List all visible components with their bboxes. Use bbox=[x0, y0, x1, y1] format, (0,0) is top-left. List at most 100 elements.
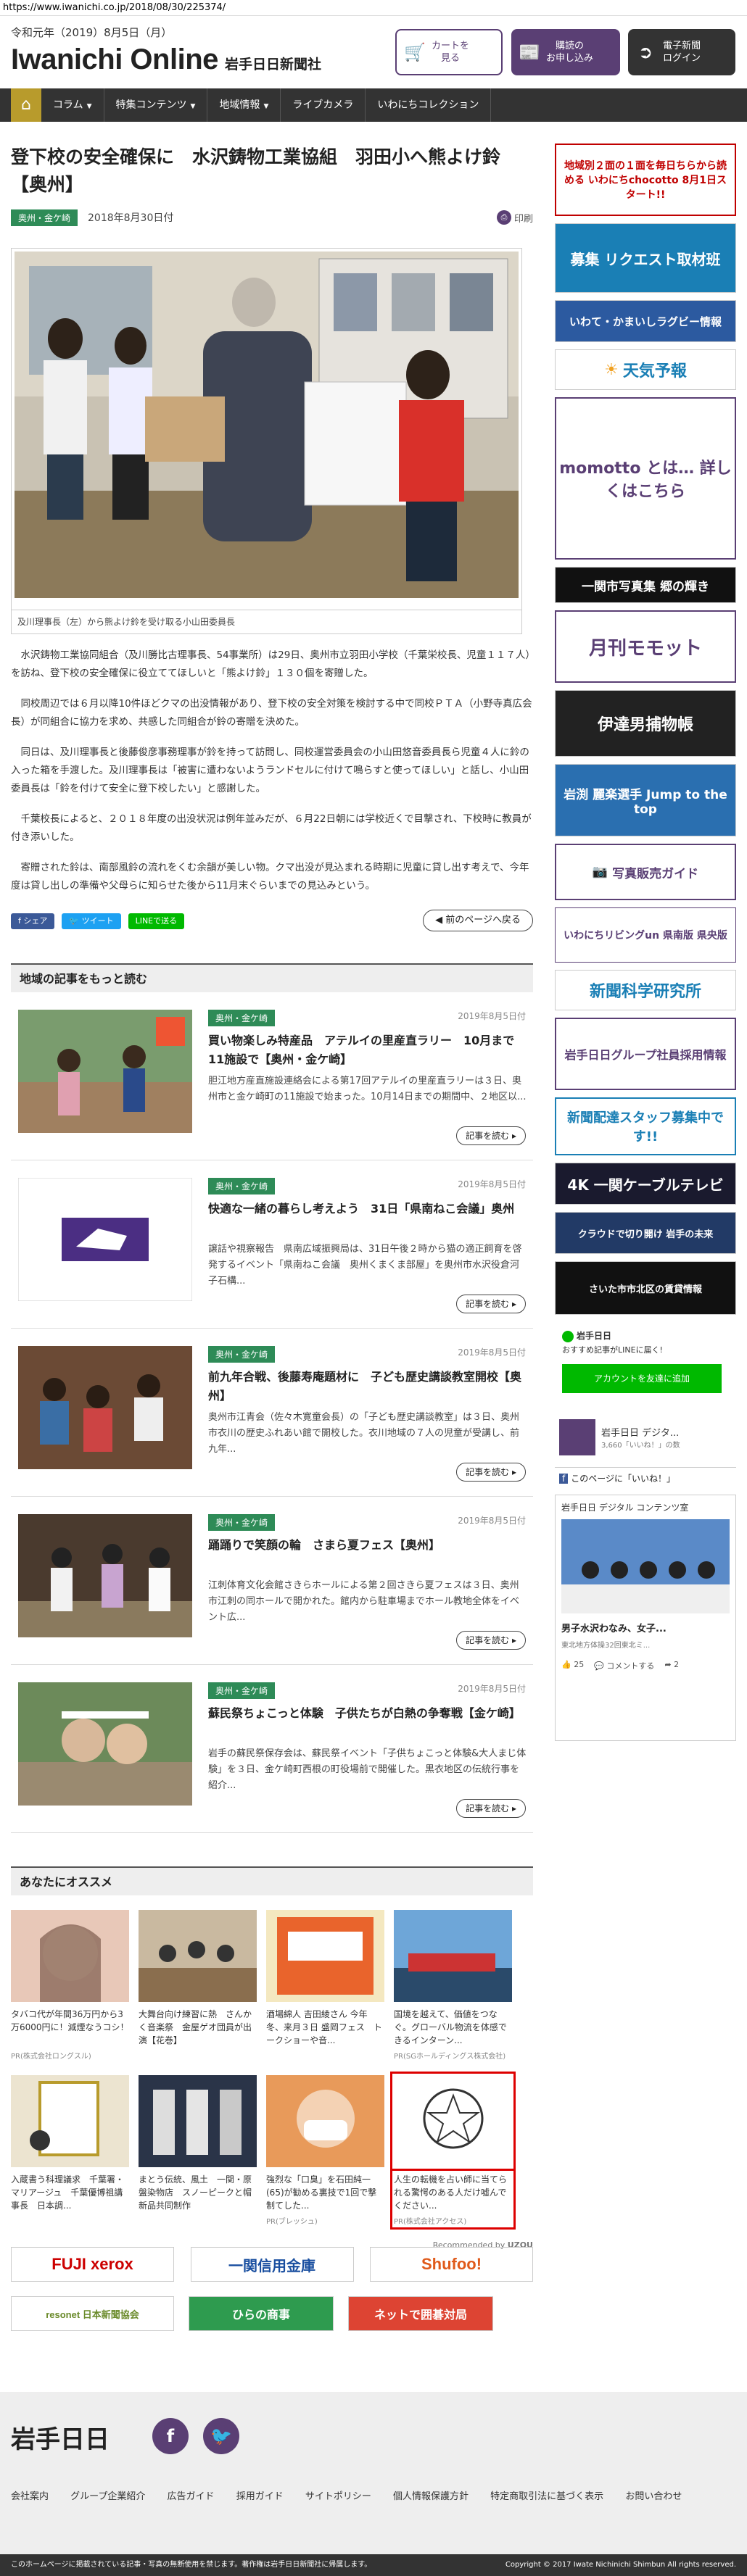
twitter-icon[interactable]: 🐦 bbox=[203, 2418, 239, 2454]
fb-like-bar[interactable]: f このページに「いいね！」 bbox=[555, 1467, 736, 1487]
jump-banner[interactable]: 岩渕 麗楽選手 Jump to the top bbox=[555, 764, 736, 836]
list-item[interactable]: 奥州・金ケ崎 2019年8月5日付 快適な一緒の暮らし考えよう 31日「県南ねこ… bbox=[11, 1160, 533, 1329]
fb-post-image[interactable] bbox=[561, 1519, 730, 1613]
list-item[interactable]: 奥州・金ケ崎 2019年8月5日付 蘇民祭ちょこっと体験 子供たちが白熱の争奪戦… bbox=[11, 1665, 533, 1833]
site-logo[interactable]: Iwanichi Online bbox=[11, 43, 218, 76]
news-title[interactable]: 踊踊りで笑顔の輪 さまら夏フェス【奥州】 bbox=[208, 1536, 527, 1555]
news-tag: 奥州・金ケ崎 bbox=[208, 1010, 276, 1026]
category-tag[interactable]: 奥州・金ケ崎 bbox=[11, 209, 78, 226]
news-thumbnail[interactable] bbox=[18, 1682, 192, 1806]
weather-banner[interactable]: ☀ 天気予報 bbox=[555, 349, 736, 390]
subscribe-button[interactable]: 📰 購読の お申し込み bbox=[511, 29, 620, 75]
cloud-banner[interactable]: クラウドで切り開け 岩手の未来 bbox=[555, 1212, 736, 1254]
momotto-banner[interactable]: momotto とは… 詳しくはこちら bbox=[555, 397, 736, 560]
news-thumbnail[interactable] bbox=[18, 1010, 192, 1133]
article-date: 2018年8月30日付 bbox=[88, 212, 174, 224]
sponsor-resonet[interactable]: resonet 日本新聞協会 bbox=[11, 2296, 174, 2331]
like-count[interactable]: 👍 25 bbox=[561, 1660, 584, 1671]
line-share-button[interactable]: LINEで送る bbox=[128, 913, 185, 929]
news-date: 2019年8月5日付 bbox=[458, 1347, 526, 1358]
recommend-card[interactable]: 酒場綿人 吉田綾さん 今年冬、来月３日 盛岡フェス トークショーや音... bbox=[266, 1910, 384, 2061]
nav-collection[interactable]: いわにちコレクション bbox=[366, 88, 492, 122]
page-avatar bbox=[559, 1419, 595, 1455]
fb-post-widget: 岩手日日 デジタル コンテンツ室 男子水沢わなみ、女子... 東北地方体操32回… bbox=[555, 1495, 736, 1741]
line-add-friend-button[interactable]: アカウントを友達に追加 bbox=[562, 1363, 722, 1393]
footer-link[interactable]: 特定商取引法に基づく表示 bbox=[490, 2486, 603, 2508]
science-banner[interactable]: 新聞科学研究所 bbox=[555, 970, 736, 1010]
recommend-card[interactable]: 大舞台向け練習に熱 さんかく音楽祭 金屋ゲオ団員が出演【花巻】 bbox=[139, 1910, 257, 2061]
delivery-banner[interactable]: 新聞配達スタッフ募集中です!! bbox=[555, 1097, 736, 1155]
list-item[interactable]: 奥州・金ケ崎 2019年8月5日付 踊踊りで笑顔の輪 さまら夏フェス【奥州】 江… bbox=[11, 1497, 533, 1665]
footer-link[interactable]: サイトポリシー bbox=[305, 2486, 371, 2508]
recommend-card[interactable]: 国境を越えて、価値をつなぐ。グローバル物流を体感できるインターン... PR(S… bbox=[394, 1910, 512, 2061]
rental-banner[interactable]: さいた市市北区の賃貸情報 bbox=[555, 1261, 736, 1315]
footer-logo[interactable]: 岩手日日 bbox=[11, 2419, 110, 2455]
tv4k-banner[interactable]: 4K 一関ケーブルテレビ bbox=[555, 1163, 736, 1205]
news-title[interactable]: 快適な一緒の暮らし考えよう 31日「県南ねこ会議」奥州 bbox=[208, 1200, 527, 1218]
chocotto-banner[interactable]: 地域別２面の１面を毎日ちらから読める いわにちchocotto 8月1日スタート… bbox=[555, 144, 736, 216]
rugby-banner[interactable]: いわて・かまいしラグビー情報 bbox=[555, 300, 736, 342]
cart-button[interactable]: 🛒 カートを 見る bbox=[395, 29, 503, 75]
read-more-button[interactable]: 記事を読む ▸ bbox=[456, 1463, 526, 1482]
news-thumbnail[interactable] bbox=[18, 1178, 192, 1301]
read-more-button[interactable]: 記事を読む ▸ bbox=[456, 1799, 526, 1818]
e-paper-login-button[interactable]: ➲ 電子新聞 ログイン bbox=[628, 29, 735, 75]
footer-link[interactable]: 個人情報保護方針 bbox=[393, 2486, 469, 2508]
photo-caption: 及川理事長（左）から熊よけ鈴を受け取る小山田委員長 bbox=[11, 610, 522, 634]
news-title[interactable]: 蘇民祭ちょこっと体験 子供たちが白熱の争奪戦【金ケ崎】 bbox=[208, 1704, 527, 1723]
recommend-card[interactable]: 強烈な「口臭」を石田純一(65)が勧める裏技で1回で撃制てした... PR(ブレ… bbox=[266, 2075, 384, 2226]
facebook-icon[interactable]: f bbox=[152, 2418, 189, 2454]
print-button[interactable]: ⎙ 印刷 bbox=[496, 210, 533, 225]
footer-link[interactable]: お問い合わせ bbox=[625, 2486, 682, 2508]
share-bar: f シェア 🐦 ツイート LINEで送る ◀ 前のページへ戻る bbox=[11, 910, 533, 931]
recommend-card[interactable]: まとう伝統、風土 一関・原盤染物店 スノーピークと帽新品共同制作 bbox=[139, 2075, 257, 2226]
footer-link[interactable]: グループ企業紹介 bbox=[70, 2486, 145, 2508]
footer-link[interactable]: 採用ガイド bbox=[236, 2486, 284, 2508]
list-item[interactable]: 奥州・金ケ崎 2019年8月5日付 前九年合戦、後藤寿庵題材に 子ども歴史講談教… bbox=[11, 1329, 533, 1497]
request-banner[interactable]: 募集 リクエスト取材班 bbox=[555, 223, 736, 293]
footer-link[interactable]: 会社案内 bbox=[11, 2486, 49, 2508]
nav-live-camera[interactable]: ライブカメラ bbox=[281, 88, 366, 122]
living-banner[interactable]: いわにちリビングun 県南版 県央版 bbox=[555, 907, 736, 963]
recommend-card-selected[interactable]: 人生の転機を占い師に当てられる驚愕のある人だけ嘘んでください... PR(株式会… bbox=[390, 2072, 516, 2230]
momotto-monthly-banner[interactable]: 月刊モモット bbox=[555, 610, 736, 683]
nav-regional[interactable]: 地域情報 ▼ bbox=[207, 88, 281, 122]
news-title[interactable]: 買い物楽しみ特産品 アテルイの里産直ラリー 10月まで11施設で【奥州・金ケ崎】 bbox=[208, 1031, 527, 1069]
sponsor-fujixerox[interactable]: FUJI xerox bbox=[11, 2247, 174, 2282]
facebook-share-button[interactable]: f シェア bbox=[11, 913, 55, 929]
news-thumbnail[interactable] bbox=[18, 1514, 192, 1637]
login-icon: ➲ bbox=[637, 42, 653, 62]
news-title[interactable]: 前九年合戦、後藤寿庵題材に 子ども歴史講談教室開校【奥州】 bbox=[208, 1368, 527, 1405]
home-icon[interactable]: ⌂ bbox=[11, 88, 41, 122]
recommend-card[interactable]: 入蔵書う科理議求 千葉署・マリアージュ 千葉優博祖講事長 日本調... bbox=[11, 2075, 129, 2226]
footer-link[interactable]: 広告ガイド bbox=[168, 2486, 215, 2508]
share-count[interactable]: ➦ 2 bbox=[664, 1660, 679, 1671]
back-button[interactable]: ◀ 前のページへ戻る bbox=[423, 910, 533, 931]
comment-button[interactable]: 💬 コメントする bbox=[594, 1660, 654, 1671]
chevron-down-icon: ▼ bbox=[86, 103, 92, 110]
nav-column[interactable]: コラム ▼ bbox=[41, 88, 104, 122]
recommend-card[interactable]: タバコ代が年間36万円から3万6000円に！減煙なうコシ！ PR(株式会社ロング… bbox=[11, 1910, 129, 2061]
torimono-banner[interactable]: 伊達男捕物帳 bbox=[555, 690, 736, 757]
chevron-right-icon: ▸ bbox=[511, 1467, 516, 1477]
twitter-icon: 🐦 bbox=[69, 916, 82, 926]
chevron-right-icon: ▸ bbox=[511, 1635, 516, 1645]
twitter-share-button[interactable]: 🐦 ツイート bbox=[62, 913, 121, 929]
news-thumbnail[interactable] bbox=[18, 1346, 192, 1469]
photo-book-banner[interactable]: 一関市写真集 郷の輝き bbox=[555, 567, 736, 603]
read-more-button[interactable]: 記事を読む ▸ bbox=[456, 1631, 526, 1650]
read-more-button[interactable]: 記事を読む ▸ bbox=[456, 1126, 526, 1145]
sponsor-ichinoseki-shinkin[interactable]: 一関信用金庫 bbox=[190, 2247, 354, 2282]
news-summary: 奥州市江青会（佐々木寛童会長）の「子ども歴史講談教室」は３日、奥州市衣川の歴史ふ… bbox=[208, 1412, 520, 1455]
list-item[interactable]: 奥州・金ケ崎 2019年8月5日付 買い物楽しみ特産品 アテルイの里産直ラリー … bbox=[11, 992, 533, 1160]
sponsor-igo[interactable]: ネットで囲碁対局 bbox=[348, 2296, 493, 2331]
nav-features[interactable]: 特集コンテンツ ▼ bbox=[104, 88, 208, 122]
news-date: 2019年8月5日付 bbox=[458, 1516, 526, 1526]
sponsor-hirano[interactable]: ひらの商事 bbox=[189, 2296, 334, 2331]
sponsor-shufoo[interactable]: Shufoo! bbox=[370, 2247, 533, 2282]
article-photo bbox=[11, 248, 522, 610]
photo-sales-banner[interactable]: 📷 写真販売ガイド bbox=[555, 844, 736, 900]
recruit-banner[interactable]: 岩手日日グループ社員採用情報 bbox=[555, 1018, 736, 1090]
chevron-right-icon: ▸ bbox=[511, 1299, 516, 1309]
read-more-button[interactable]: 記事を読む ▸ bbox=[456, 1295, 526, 1313]
